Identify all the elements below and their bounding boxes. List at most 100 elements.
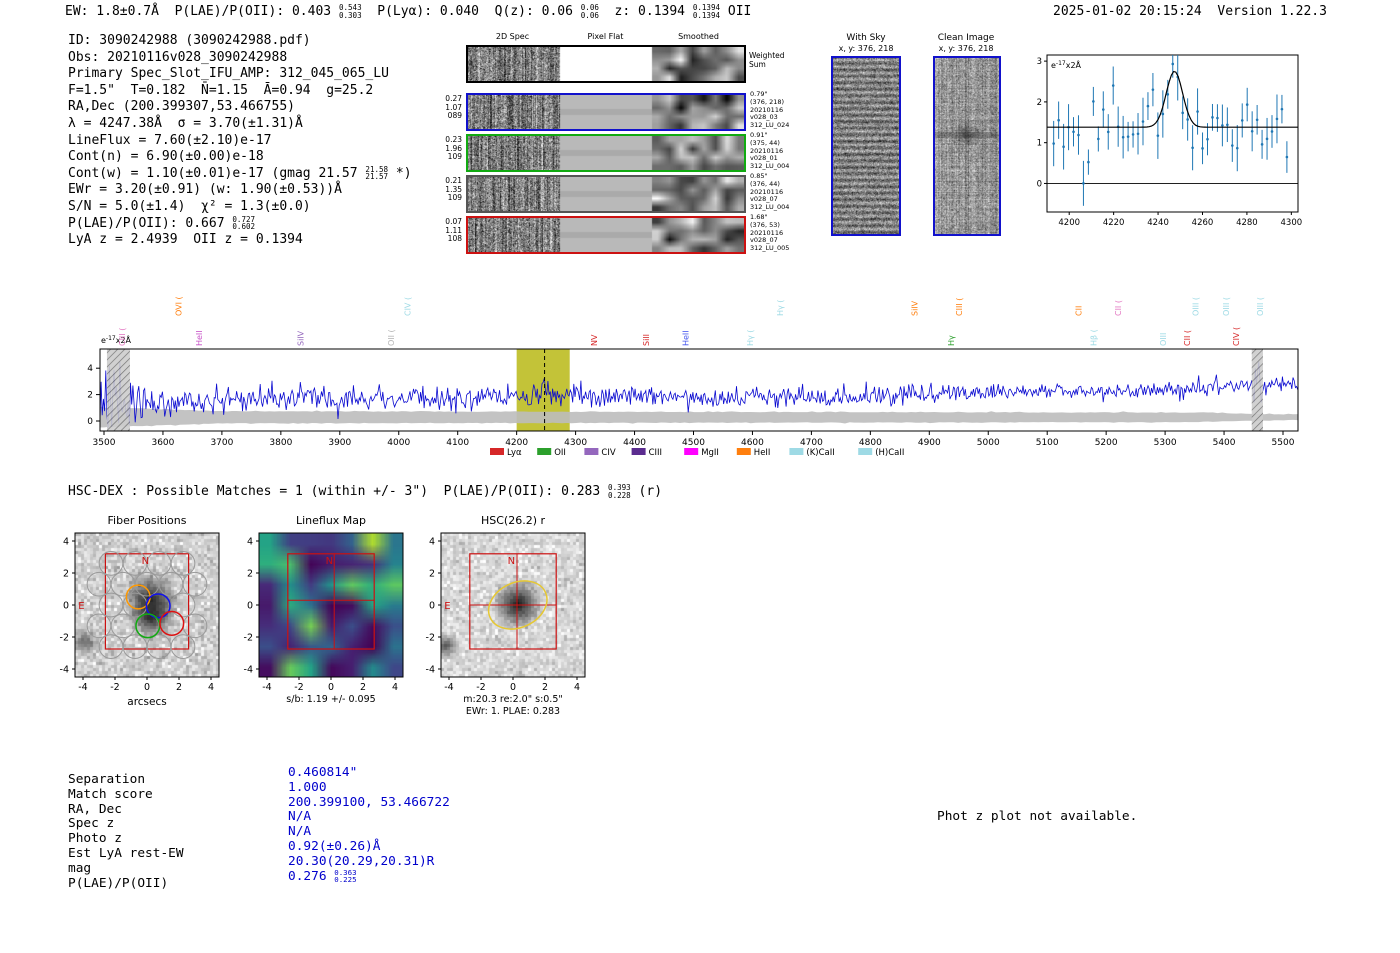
svg-text:0: 0: [1037, 179, 1042, 189]
svg-text:0: 0: [63, 601, 69, 612]
svg-text:4: 4: [574, 682, 580, 693]
report-version: Version 1.22.3: [1217, 4, 1327, 19]
svg-text:4260: 4260: [1192, 218, 1214, 228]
fiber-positions-panel: Fiber Positions -4 -4 -2 -2 0 0 2 2 4 4 arcsecs N E: [40, 506, 255, 721]
svg-text:Fiber Positions: Fiber Positions: [108, 514, 187, 527]
svg-text:e-17x2Å: e-17x2Å: [101, 334, 132, 345]
svg-text:4: 4: [87, 364, 93, 374]
spec2d-row-rightlabel-1: 0.79" (376, 218) 20210116 v028_03 312_LU_024: [750, 90, 790, 130]
svg-text:CIV (: CIV (: [404, 297, 413, 316]
svg-text:3600: 3600: [151, 438, 174, 448]
svg-text:5200: 5200: [1095, 438, 1118, 448]
svg-text:N: N: [508, 556, 515, 567]
photz-unavailable-note: Phot z plot not available.: [937, 809, 1138, 824]
hi-lo-interval: 0.727 0.602: [232, 214, 256, 232]
svg-text:0: 0: [429, 601, 435, 612]
svg-text:2: 2: [247, 569, 253, 580]
info-line-8: Cont(w) = 1.10(±0.01)e-17 (gmag 21.57 21…: [68, 165, 412, 182]
hsc-dex-match-line: HSC-DEX : Possible Matches = 1 (within +…: [68, 483, 663, 500]
svg-text:N: N: [142, 556, 149, 567]
match-row-value: 0.92(±0.26)Å: [288, 838, 381, 854]
svg-text:3: 3: [1037, 57, 1042, 67]
spec2d-row-leftlabel-3: 0.21 1.35 109: [445, 176, 462, 203]
svg-text:-4: -4: [262, 682, 271, 693]
hi-lo-interval: 0.06 0.06: [580, 3, 599, 20]
match-row-label: Spec z: [68, 816, 115, 832]
spec2d-row-image-0: [468, 47, 744, 81]
svg-text:OIII (: OIII (: [1222, 297, 1231, 316]
svg-text:OIII (: OIII (: [1256, 297, 1265, 316]
info-line-2: Primary Spec_Slot_IFU_AMP: 312_045_065_L…: [68, 66, 389, 82]
clean-image-coords: x, y: 376, 218: [938, 44, 994, 53]
clean-image: [935, 58, 999, 234]
svg-text:2: 2: [176, 682, 182, 693]
with-sky-coords: x, y: 376, 218: [838, 44, 894, 53]
info-line-0: ID: 3090242988 (3090242988.pdf): [68, 33, 311, 48]
spec2d-row-leftlabel-1: 0.27 1.07 089: [445, 94, 462, 121]
svg-text:CIV: CIV: [601, 448, 615, 458]
svg-text:CII (: CII (: [1183, 330, 1192, 346]
svg-text:SiII: SiII: [642, 334, 651, 346]
svg-text:4800: 4800: [859, 438, 882, 448]
svg-text:-4: -4: [444, 682, 453, 693]
svg-text:e-17x2Å: e-17x2Å: [1051, 59, 1082, 70]
match-row-0: Separation 0.460814": [68, 765, 588, 787]
svg-text:4: 4: [208, 682, 214, 693]
spec2d-row-leftlabel-4: 0.07 1.11 108: [445, 217, 462, 244]
svg-text:CIII (: CIII (: [955, 298, 964, 316]
spec2d-row-box-4: [466, 216, 746, 254]
svg-text:E: E: [78, 601, 84, 612]
info-line-3: F=1.5" T=0.182 N̄=1.15 Ā=0.94 g=25.2: [68, 82, 374, 98]
svg-text:2: 2: [542, 682, 548, 693]
svg-text:CIV (: CIV (: [1232, 327, 1241, 346]
summary-header-line: EW: 1.8±0.7Å P(LAE)/P(OII): 0.403 0.543 0…: [65, 3, 752, 20]
svg-text:2: 2: [429, 569, 435, 580]
info-line-10: S/N = 5.0(±1.4) χ² = 1.3(±0.0): [68, 198, 311, 214]
svg-text:4200: 4200: [505, 438, 528, 448]
svg-text:4220: 4220: [1103, 218, 1125, 228]
svg-text:Lyα: Lyα: [507, 448, 522, 458]
clean-image-title: Clean Image: [937, 33, 995, 43]
svg-text:CII (: CII (: [1114, 300, 1123, 316]
hi-lo-interval: 0.393 0.228: [608, 483, 631, 500]
full-spectrum-plot: 3500 3600 3700 3800 3900 4000 4100 4200 4300 4400…: [60, 272, 1315, 472]
info-line-4: RA,Dec (200.399307,53.466755): [68, 99, 295, 115]
match-row-value: N/A: [288, 824, 312, 840]
spec2d-row-image-4: [468, 218, 744, 252]
svg-text:OII: OII: [554, 448, 566, 458]
match-row-2: RA, Dec 200.399100, 53.466722: [68, 795, 588, 817]
match-row-value: 200.399100, 53.466722: [288, 794, 450, 810]
info-line-7: Cont(n) = 6.90(±0.00)e-18: [68, 149, 264, 165]
match-row-label: Separation: [68, 772, 146, 787]
svg-text:2: 2: [63, 569, 69, 580]
weighted-sum-label: Weighted Sum: [749, 51, 785, 69]
match-row-value: 0.460814": [288, 765, 358, 780]
svg-text:5000: 5000: [977, 438, 1000, 448]
svg-text:3700: 3700: [210, 438, 233, 448]
svg-text:4100: 4100: [446, 438, 469, 448]
svg-text:2: 2: [87, 391, 93, 401]
svg-text:-2: -2: [244, 633, 253, 644]
svg-text:4300: 4300: [1281, 218, 1303, 228]
info-line-12: LyA z = 2.4939 OII z = 0.1394: [68, 232, 303, 248]
svg-text:4700: 4700: [800, 438, 823, 448]
svg-text:EWr: 1. PLAE: 0.283: EWr: 1. PLAE: 0.283: [466, 706, 560, 717]
svg-text:4300: 4300: [564, 438, 587, 448]
svg-text:-4: -4: [244, 665, 253, 676]
svg-text:CII: CII: [1075, 306, 1084, 316]
spec2d-row-image-3: [468, 177, 744, 211]
svg-text:SiIV: SiIV: [296, 330, 305, 346]
svg-text:2: 2: [1037, 98, 1042, 108]
info-line-9: EWr = 3.20(±0.91) (w: 1.90(±0.53))Å: [68, 182, 342, 198]
svg-text:4900: 4900: [918, 438, 941, 448]
svg-text:HSC(26.2) r: HSC(26.2) r: [481, 514, 546, 527]
line-fit-plot: 4200 4220 4240 4260 4280 4300 0 1 2 3 e-17x2Å: [1035, 50, 1310, 235]
svg-text:CIII: CIII: [649, 448, 662, 458]
match-row-value: 20.30(20.29,20.31)R: [288, 853, 435, 869]
hi-lo-interval: 0.363 0.225: [334, 868, 357, 885]
with-sky-image-frame: [831, 56, 901, 236]
match-row-value: N/A: [288, 809, 312, 825]
svg-text:-4: -4: [426, 665, 435, 676]
svg-text:4: 4: [392, 682, 398, 693]
